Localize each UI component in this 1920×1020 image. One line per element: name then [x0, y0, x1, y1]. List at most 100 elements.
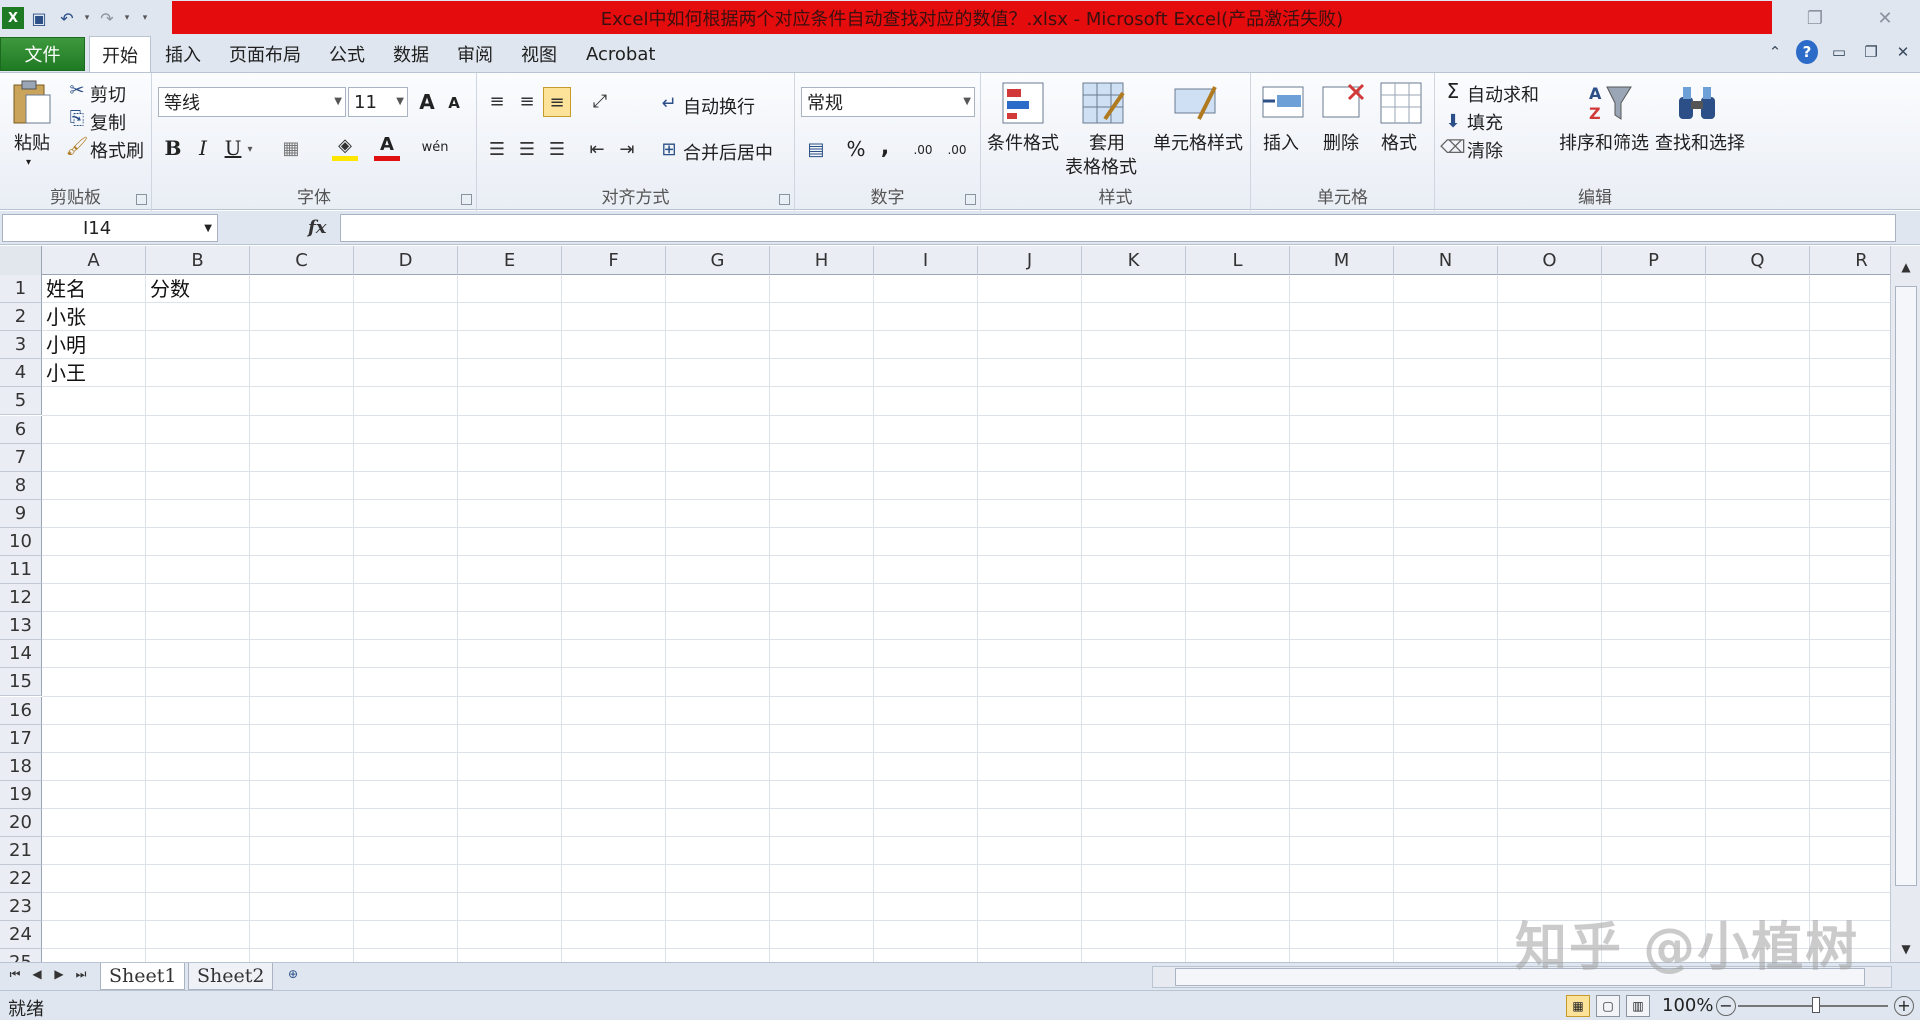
format-cells-button[interactable]: 格式	[1381, 129, 1417, 155]
format-painter-button[interactable]: 格式刷	[90, 137, 144, 163]
worksheet-grid[interactable]: ABCDEFGHIJKLMNOPQR 1 2 3 4 5 6 7 8 9 10 11 12 13 14 15…	[0, 246, 1890, 962]
formula-input[interactable]	[340, 214, 1896, 242]
row-header-8[interactable]: 8	[0, 471, 42, 500]
row-header-23[interactable]: 23	[0, 893, 42, 922]
italic-button[interactable]: I	[190, 135, 216, 161]
tab-data[interactable]: 数据	[393, 36, 429, 72]
tab-acrobat[interactable]: Acrobat	[586, 36, 655, 72]
row-header-16[interactable]: 16	[0, 696, 42, 725]
row-header-11[interactable]: 11	[0, 556, 42, 584]
chevron-down-icon[interactable]: ▼	[396, 96, 404, 107]
underline-dropdown-icon[interactable]: ▾	[244, 139, 256, 159]
row-header-21[interactable]: 21	[0, 837, 42, 865]
merge-center-icon[interactable]: ⊞	[657, 137, 681, 161]
wrap-text-icon[interactable]: ↵	[657, 91, 681, 115]
row-header-17[interactable]: 17	[0, 724, 42, 753]
column-header-n[interactable]: N	[1394, 246, 1498, 275]
cell-a3[interactable]: 小明	[42, 331, 86, 359]
column-header-m[interactable]: M	[1290, 246, 1394, 275]
chevron-down-icon[interactable]: ▼	[204, 223, 212, 234]
row-header-18[interactable]: 18	[0, 752, 42, 781]
align-center-icon[interactable]: ☰	[513, 135, 541, 163]
zoom-in-icon[interactable]: +	[1894, 996, 1914, 1016]
increase-decimal-button[interactable]: .00	[907, 137, 939, 163]
minimize-ribbon-icon[interactable]: ⌃	[1764, 40, 1786, 64]
column-header-o[interactable]: O	[1498, 246, 1602, 275]
row-header-13[interactable]: 13	[0, 612, 42, 641]
find-select-button[interactable]: 查找和选择	[1655, 129, 1745, 155]
cell-a2[interactable]: 小张	[42, 303, 86, 331]
conditional-formatting-icon[interactable]	[999, 79, 1047, 127]
sort-filter-button[interactable]: 排序和筛选	[1559, 129, 1649, 155]
tab-page-layout[interactable]: 页面布局	[229, 36, 301, 72]
format-cells-icon[interactable]	[1377, 79, 1425, 127]
cell-a4[interactable]: 小王	[42, 359, 86, 387]
cell-styles-icon[interactable]	[1171, 79, 1219, 127]
merge-center-button[interactable]: 合并后居中	[683, 139, 773, 165]
paste-button[interactable]: 粘贴	[14, 129, 50, 155]
column-header-k[interactable]: K	[1082, 246, 1186, 275]
insert-cells-button[interactable]: 插入	[1263, 129, 1299, 155]
row-header-20[interactable]: 20	[0, 808, 42, 837]
copy-button[interactable]: 复制	[90, 109, 126, 135]
binoculars-icon[interactable]	[1673, 79, 1721, 127]
first-sheet-icon[interactable]: ⏮	[6, 967, 24, 987]
fill-button[interactable]: 填充	[1467, 109, 1503, 135]
row-header-10[interactable]: 10	[0, 527, 42, 556]
clear-icon[interactable]: ⌫	[1440, 135, 1465, 159]
decrease-indent-icon[interactable]: ⇤	[583, 135, 611, 163]
name-box[interactable]: I14 ▼	[2, 214, 218, 242]
row-header-7[interactable]: 7	[0, 443, 42, 472]
align-bottom-icon[interactable]: ≡	[543, 87, 571, 117]
alignment-launcher-icon[interactable]	[779, 194, 790, 205]
font-size-combo[interactable]: 11 ▼	[348, 87, 408, 117]
font-name-combo[interactable]: 等线 ▼	[158, 87, 346, 117]
copy-icon[interactable]: ⎘	[66, 107, 88, 129]
fill-icon[interactable]: ⬇	[1443, 109, 1463, 133]
row-header-1[interactable]: 1	[0, 275, 42, 303]
chevron-down-icon[interactable]: ▼	[334, 96, 342, 107]
vertical-scroll-thumb[interactable]	[1895, 286, 1917, 886]
normal-view-icon[interactable]: ▦	[1566, 995, 1590, 1017]
wrap-text-button[interactable]: 自动换行	[683, 93, 755, 119]
format-as-table-label-1[interactable]: 套用	[1089, 129, 1125, 155]
sort-filter-icon[interactable]: A Z	[1585, 79, 1633, 127]
cut-icon[interactable]: ✂	[66, 79, 88, 101]
row-header-6[interactable]: 6	[0, 415, 42, 444]
underline-button[interactable]: U	[220, 135, 246, 161]
scroll-down-icon[interactable]: ▼	[1895, 938, 1917, 960]
decrease-decimal-button[interactable]: .00	[941, 137, 973, 163]
increase-indent-icon[interactable]: ⇥	[613, 135, 641, 163]
row-header-5[interactable]: 5	[0, 387, 42, 416]
conditional-formatting-button[interactable]: 条件格式	[987, 129, 1059, 155]
last-sheet-icon[interactable]: ⏭	[72, 967, 90, 987]
column-header-d[interactable]: D	[354, 246, 458, 275]
column-header-l[interactable]: L	[1186, 246, 1290, 275]
redo-dropdown-icon[interactable]: ▾	[122, 13, 132, 23]
tab-review[interactable]: 审阅	[457, 36, 493, 72]
sheet-tab-sheet2[interactable]: Sheet2	[188, 963, 274, 990]
comma-style-button[interactable]: ,	[873, 133, 897, 161]
decrease-font-icon[interactable]: A	[442, 91, 466, 115]
row-header-12[interactable]: 12	[0, 584, 42, 613]
undo-dropdown-icon[interactable]: ▾	[82, 13, 92, 23]
select-all-corner[interactable]	[0, 246, 42, 275]
column-header-q[interactable]: Q	[1706, 246, 1810, 275]
minimize-workbook-icon[interactable]: ▭	[1828, 40, 1850, 64]
delete-cells-icon[interactable]	[1319, 79, 1367, 127]
column-header-f[interactable]: F	[562, 246, 666, 275]
excel-logo-icon[interactable]: X	[2, 7, 24, 29]
row-header-3[interactable]: 3	[0, 331, 42, 360]
column-header-c[interactable]: C	[250, 246, 354, 275]
column-header-a[interactable]: A	[42, 246, 146, 275]
clear-button[interactable]: 清除	[1467, 137, 1503, 163]
row-header-9[interactable]: 9	[0, 499, 42, 528]
zoom-slider-thumb[interactable]	[1812, 997, 1820, 1013]
align-top-icon[interactable]: ≡	[483, 87, 511, 115]
prev-sheet-icon[interactable]: ◀	[28, 967, 46, 987]
tab-formulas[interactable]: 公式	[329, 36, 365, 72]
column-header-h[interactable]: H	[770, 246, 874, 275]
cell-styles-button[interactable]: 单元格样式	[1153, 129, 1243, 155]
align-left-icon[interactable]: ☰	[483, 135, 511, 163]
paste-dropdown-icon[interactable]: ▾	[26, 157, 31, 168]
